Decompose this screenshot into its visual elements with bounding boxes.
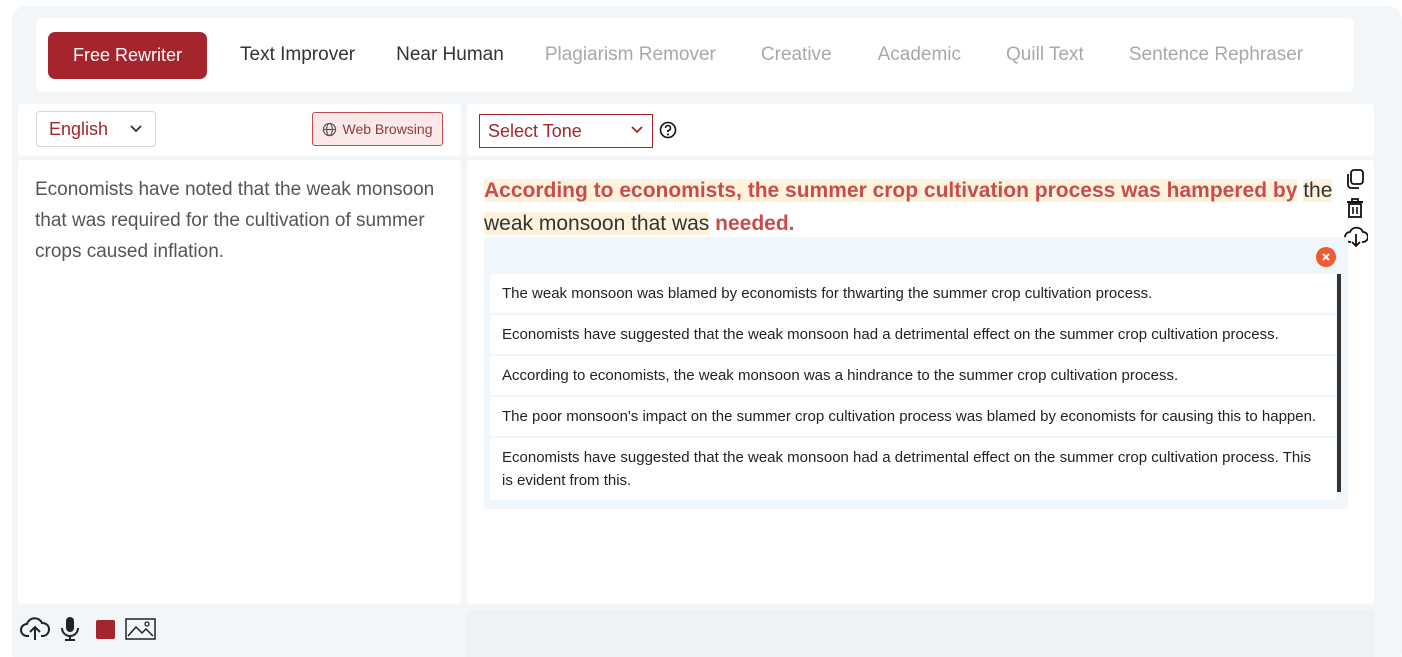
input-tools	[20, 616, 156, 642]
web-browsing-button[interactable]: Web Browsing	[312, 112, 443, 146]
suggestion-item[interactable]: The weak monsoon was blamed by economist…	[490, 274, 1336, 315]
suggestion-item[interactable]: Economists have suggested that the weak …	[490, 438, 1336, 502]
chevron-down-icon	[130, 125, 142, 133]
tab-free-rewriter[interactable]: Free Rewriter	[48, 31, 207, 79]
trash-icon[interactable]	[1344, 197, 1366, 219]
input-textarea[interactable]: Economists have noted that the weak mons…	[35, 174, 450, 267]
tab-near-human[interactable]: Near Human	[396, 44, 504, 66]
output-changed-segment[interactable]: needed.	[715, 212, 794, 235]
language-value: English	[49, 118, 109, 139]
suggestions-popup: The weak monsoon was blamed by economist…	[484, 237, 1348, 509]
language-select[interactable]: English	[36, 111, 156, 147]
tab-academic[interactable]: Academic	[878, 44, 961, 66]
tone-select[interactable]: Select Tone	[479, 114, 653, 148]
help-icon[interactable]	[659, 121, 677, 139]
output-footer	[467, 610, 1374, 657]
suggestion-item[interactable]: The poor monsoon's impact on the summer …	[490, 397, 1336, 438]
input-toolbar: English Web Browsing	[18, 104, 461, 156]
suggestions-list: The weak monsoon was blamed by economist…	[490, 274, 1336, 504]
stop-record-icon[interactable]	[96, 619, 115, 639]
cloud-upload-icon[interactable]	[20, 616, 50, 642]
output-actions	[1344, 168, 1368, 248]
image-icon[interactable]	[125, 618, 156, 640]
suggestion-item[interactable]: According to economists, the weak monsoo…	[490, 356, 1336, 397]
output-toolbar: Select Tone	[467, 104, 1374, 156]
tab-sentence-rephraser[interactable]: Sentence Rephraser	[1129, 44, 1303, 66]
globe-icon	[323, 122, 337, 136]
tone-value: Select Tone	[488, 120, 582, 141]
output-text[interactable]: According to economists, the summer crop…	[484, 174, 1334, 240]
suggestion-item[interactable]: Economists have suggested that the weak …	[490, 315, 1336, 356]
tab-quill-text[interactable]: Quill Text	[1006, 44, 1084, 66]
tab-text-improver[interactable]: Text Improver	[240, 44, 355, 66]
microphone-icon[interactable]	[60, 616, 80, 642]
suggestions-scrollbar[interactable]	[1337, 274, 1341, 492]
input-panel[interactable]: Economists have noted that the weak mons…	[18, 160, 461, 604]
close-icon[interactable]	[1316, 247, 1336, 267]
output-panel: According to economists, the summer crop…	[467, 160, 1374, 604]
copy-icon[interactable]	[1344, 168, 1366, 190]
output-changed-segment[interactable]: According to economists, the summer crop…	[484, 179, 1298, 202]
tab-plagiarism-remover[interactable]: Plagiarism Remover	[545, 44, 716, 66]
mode-tabs: Free Rewriter Text Improver Near Human P…	[36, 18, 1354, 92]
chevron-down-icon	[631, 126, 643, 134]
web-browsing-label: Web Browsing	[342, 121, 433, 137]
tab-creative[interactable]: Creative	[761, 44, 832, 66]
